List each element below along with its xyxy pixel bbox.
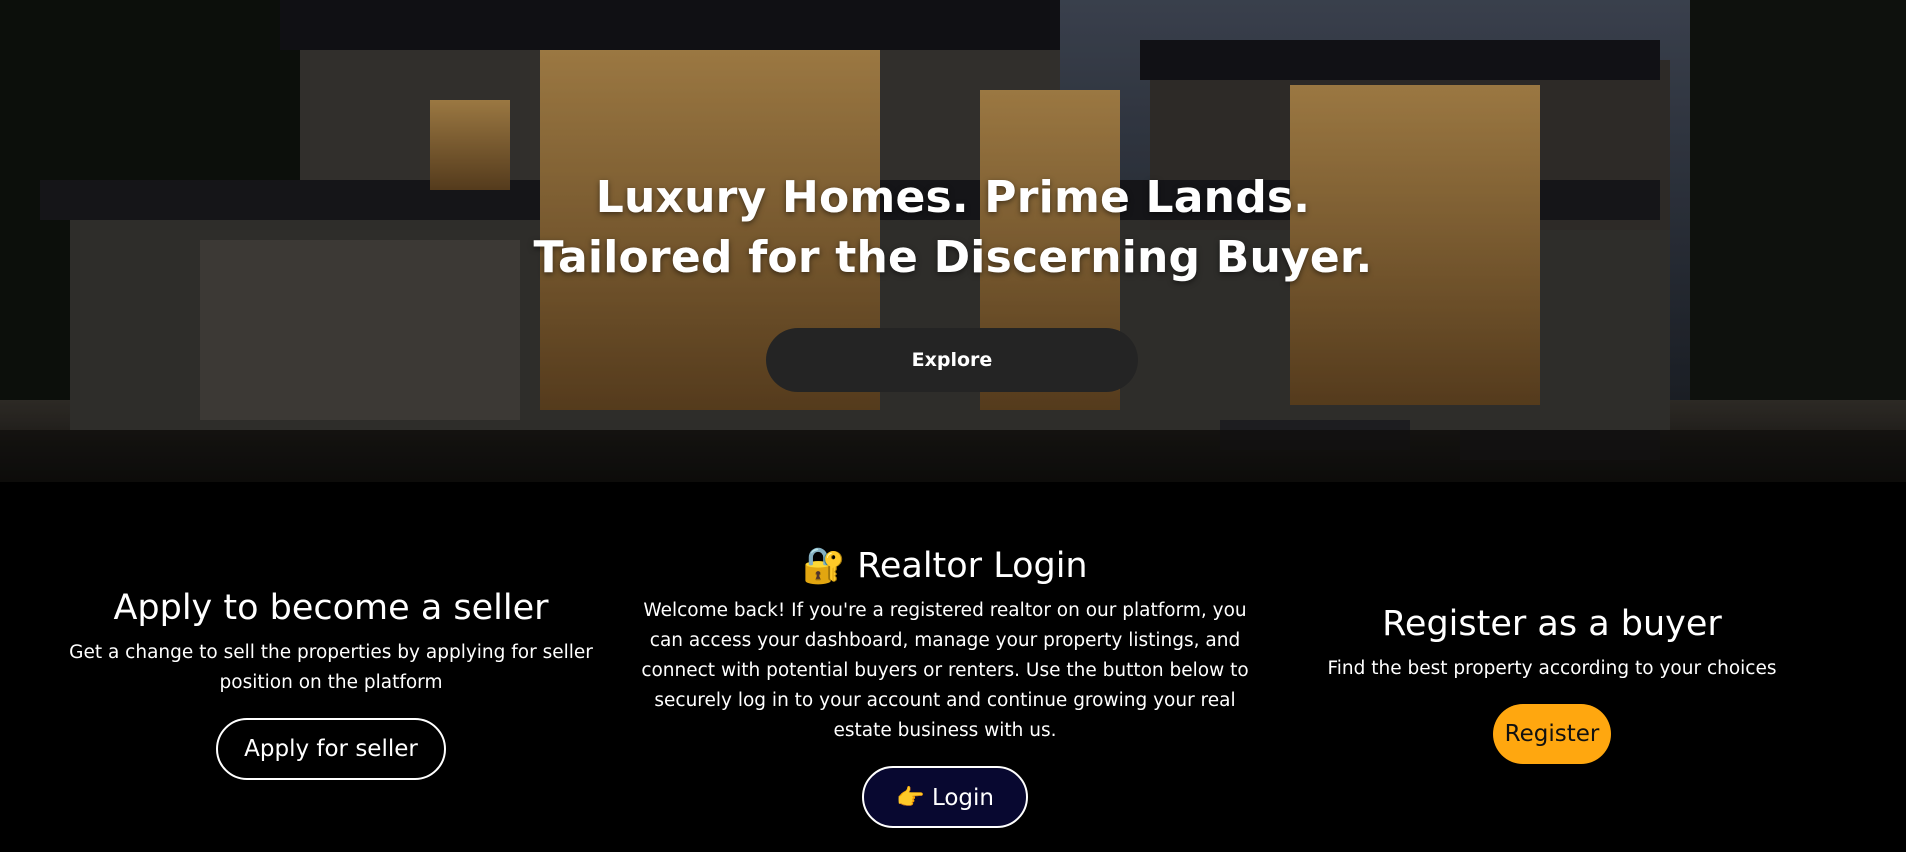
login-button[interactable]: 👉 Login: [862, 766, 1028, 828]
action-cards: Apply to become a seller Get a change to…: [0, 482, 1906, 852]
pointing-hand-icon: 👉: [895, 784, 925, 811]
apply-for-seller-button[interactable]: Apply for seller: [216, 718, 446, 780]
hero-content: Luxury Homes. Prime Lands. Tailored for …: [0, 168, 1906, 288]
lock-with-key-icon: 🔐: [802, 546, 846, 586]
buyer-title: Register as a buyer: [1382, 604, 1722, 644]
hero-title: Luxury Homes. Prime Lands. Tailored for …: [0, 168, 1906, 288]
hero-title-line-1: Luxury Homes. Prime Lands.: [595, 172, 1311, 223]
realtor-login-description: Welcome back! If you're a registered rea…: [641, 600, 1249, 741]
hero-title-line-2: Tailored for the Discerning Buyer.: [533, 232, 1373, 283]
seller-card: Apply to become a seller Get a change to…: [30, 586, 632, 780]
realtor-login-title: 🔐 Realtor Login: [640, 544, 1250, 588]
seller-description: Get a change to sell the properties by a…: [69, 642, 593, 693]
explore-button[interactable]: Explore: [766, 328, 1138, 392]
login-button-label: Login: [931, 784, 994, 811]
buyer-card: Register as a buyer Find the best proper…: [1300, 602, 1804, 764]
seller-title: Apply to become a seller: [113, 588, 549, 628]
realtor-login-title-text: Realtor Login: [857, 546, 1088, 586]
hero-section: Luxury Homes. Prime Lands. Tailored for …: [0, 0, 1906, 482]
buyer-description: Find the best property according to your…: [1327, 658, 1777, 679]
realtor-login-card: 🔐 Realtor Login Welcome back! If you're …: [640, 544, 1250, 828]
register-button[interactable]: Register: [1493, 704, 1611, 764]
